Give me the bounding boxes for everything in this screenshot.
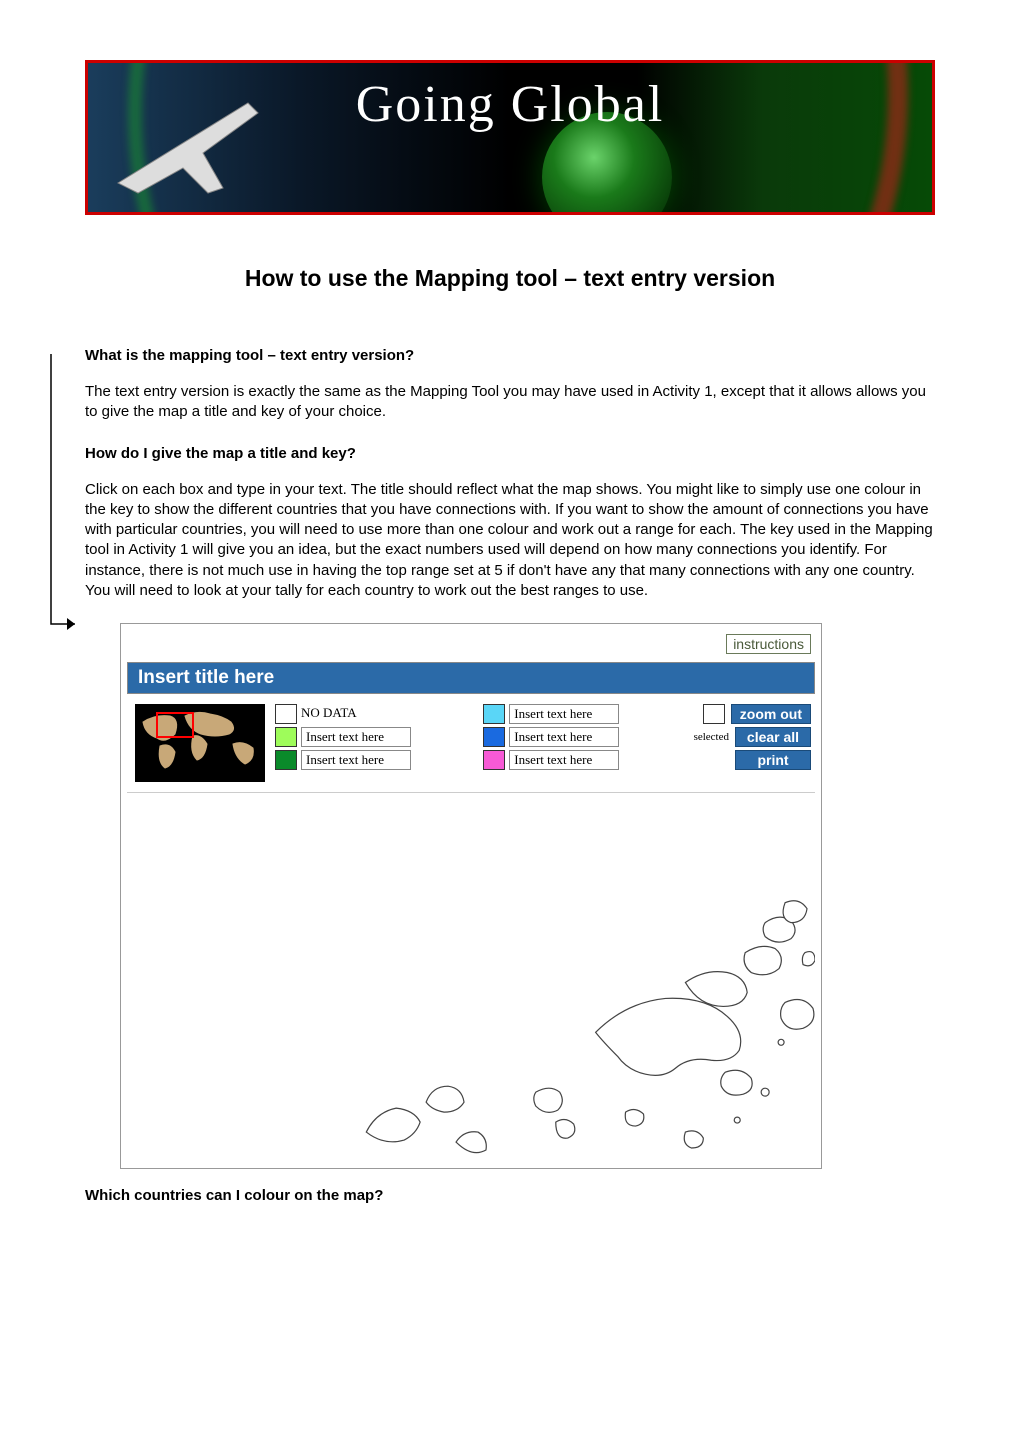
section-heading-what-is: What is the mapping tool – text entry ve… [85,347,935,364]
swatch-blue[interactable] [483,727,505,747]
minimap-viewport[interactable] [156,712,194,738]
key-input-1[interactable]: Insert text here [301,727,411,747]
selected-label: selected [694,731,729,743]
key-input-2[interactable]: Insert text here [301,750,411,770]
selected-color-swatch [703,704,725,724]
key-input-4[interactable]: Insert text here [509,727,619,747]
minimap[interactable] [135,704,265,782]
swatch-pink[interactable] [483,750,505,770]
banner-title: Going Global [88,75,932,134]
swatch-nodata[interactable] [275,704,297,724]
section-body-what-is: The text entry version is exactly the sa… [85,382,935,423]
map-canvas[interactable] [127,792,815,1162]
swatch-cyan[interactable] [483,704,505,724]
print-button[interactable]: print [735,750,811,770]
clear-all-button[interactable]: clear all [735,727,811,747]
section-heading-which-countries: Which countries can I colour on the map? [85,1187,935,1204]
key-input-5[interactable]: Insert text here [509,750,619,770]
key-input-3[interactable]: Insert text here [509,704,619,724]
section-body-how-title-key: Click on each box and type in your text.… [85,480,935,602]
pointer-arrow [41,354,85,640]
mapping-tool-screenshot: instructions Insert title here [120,623,822,1169]
page-title: How to use the Mapping tool – text entry… [85,265,935,292]
header-banner: Going Global [85,60,935,215]
key-label-nodata: NO DATA [301,704,357,724]
zoom-out-button[interactable]: zoom out [731,704,811,724]
map-title-input[interactable]: Insert title here [127,662,815,694]
swatch-green[interactable] [275,750,297,770]
instructions-button[interactable]: instructions [726,634,811,654]
swatch-lime[interactable] [275,727,297,747]
section-heading-how-title-key: How do I give the map a title and key? [85,445,935,462]
